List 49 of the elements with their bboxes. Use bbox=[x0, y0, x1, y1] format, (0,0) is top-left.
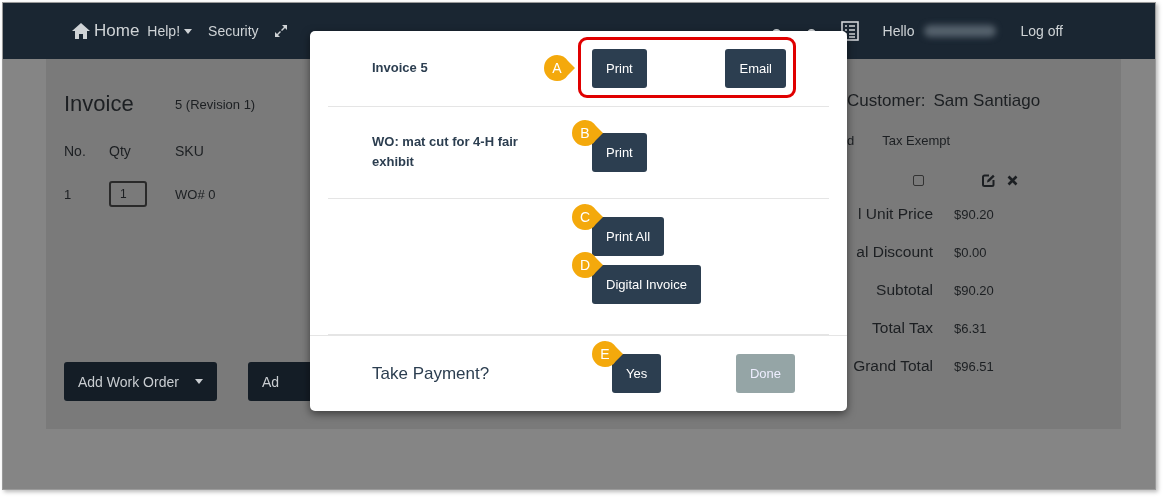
dialog-button[interactable]: Digital Invoice bbox=[592, 264, 701, 304]
column-header: SKU bbox=[175, 143, 204, 159]
edit-icon[interactable] bbox=[982, 174, 995, 187]
total-label: al Discount bbox=[856, 242, 933, 262]
column-header: Tax Exempt bbox=[882, 133, 951, 148]
dialog-button[interactable]: Yes bbox=[612, 354, 662, 394]
nav-link[interactable]: Home bbox=[94, 21, 140, 41]
total-label: Grand Total bbox=[853, 356, 933, 376]
document-label: Invoice 5 bbox=[372, 59, 429, 78]
callout-badge: A bbox=[544, 53, 576, 82]
home-icon bbox=[72, 23, 90, 39]
delete-icon[interactable] bbox=[1007, 175, 1018, 186]
quantity-field[interactable]: 1 bbox=[109, 181, 147, 207]
callout-badge: D bbox=[572, 250, 604, 279]
column-header: No. bbox=[64, 143, 86, 159]
total-value: $0.00 bbox=[954, 244, 987, 260]
greeting-text: Hello bbox=[882, 23, 915, 39]
caret-icon bbox=[194, 379, 203, 384]
dialog-button[interactable]: Print bbox=[592, 48, 647, 88]
payment-prompt: Take Payment? bbox=[372, 363, 491, 384]
customer-name: Sam Santiago bbox=[933, 91, 1041, 111]
page-title: Invoice bbox=[64, 91, 134, 117]
total-value: $96.51 bbox=[954, 358, 994, 374]
total-value: $6.31 bbox=[954, 320, 987, 336]
dropdown-button[interactable]: Add Work Order bbox=[64, 362, 217, 401]
dialog-button[interactable]: Print bbox=[592, 132, 647, 172]
invoice-number: 5 (Revision 1) bbox=[175, 96, 256, 112]
tax-exempt-checkbox[interactable] bbox=[913, 175, 924, 186]
nav-link[interactable]: Log off bbox=[1020, 23, 1063, 39]
table-cell: 1 bbox=[64, 186, 72, 202]
dialog-button[interactable]: Email bbox=[725, 48, 786, 88]
expand-icon bbox=[274, 25, 287, 37]
callout-badge: E bbox=[592, 340, 624, 369]
column-header: d bbox=[847, 133, 855, 148]
callout-badge: B bbox=[572, 118, 604, 147]
nav-link[interactable]: Help! bbox=[147, 23, 181, 39]
total-label: Subtotal bbox=[876, 280, 933, 300]
document-label: WO: mat cut for 4-H fair exhibit bbox=[372, 133, 519, 172]
total-label: l Unit Price bbox=[858, 204, 933, 224]
total-label: Total Tax bbox=[872, 318, 933, 338]
caret-icon bbox=[184, 28, 193, 34]
callout-badge: C bbox=[572, 202, 604, 231]
dialog-button[interactable]: Print All bbox=[592, 216, 665, 256]
table-cell: WO# 0 bbox=[175, 186, 216, 202]
column-header: Qty bbox=[109, 143, 131, 159]
nav-link[interactable]: Security bbox=[208, 23, 259, 39]
total-value: $90.20 bbox=[954, 206, 994, 222]
total-value: $90.20 bbox=[954, 282, 994, 298]
customer-label: Customer: bbox=[847, 91, 926, 111]
